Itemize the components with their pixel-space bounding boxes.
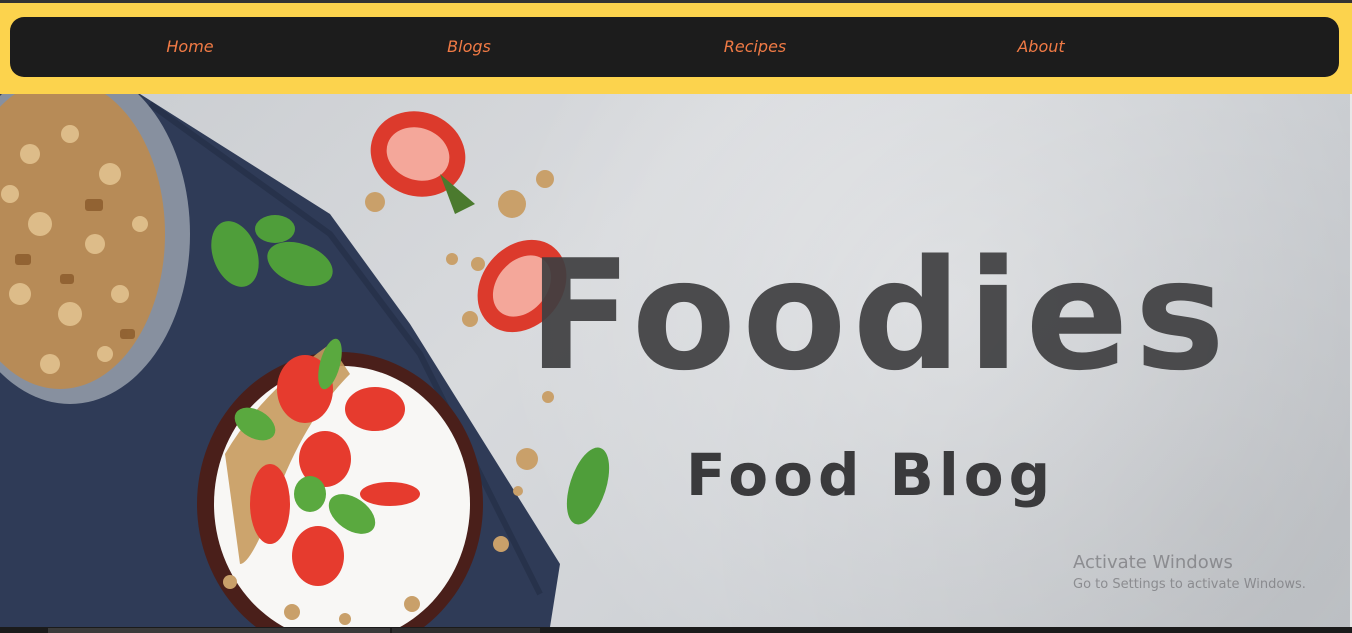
horizontal-scrollbar-thumb[interactable] (48, 628, 390, 633)
horizontal-scrollbar-segment (392, 628, 540, 633)
hero-banner: Foodies Food Blog Activate Windows Go to… (0, 94, 1350, 627)
nav-link-home[interactable]: Home (166, 17, 213, 77)
hero-title: Foodies (528, 227, 1231, 404)
nav-link-blogs[interactable]: Blogs (447, 17, 491, 77)
hero-subtitle: Food Blog (686, 441, 1056, 509)
navbar: Home Blogs Recipes About (10, 17, 1339, 77)
nav-link-recipes[interactable]: Recipes (724, 17, 787, 77)
activate-windows-title: Activate Windows (1073, 552, 1233, 573)
activate-windows-subtitle: Go to Settings to activate Windows. (1073, 577, 1306, 592)
nav-link-about[interactable]: About (1017, 17, 1064, 77)
